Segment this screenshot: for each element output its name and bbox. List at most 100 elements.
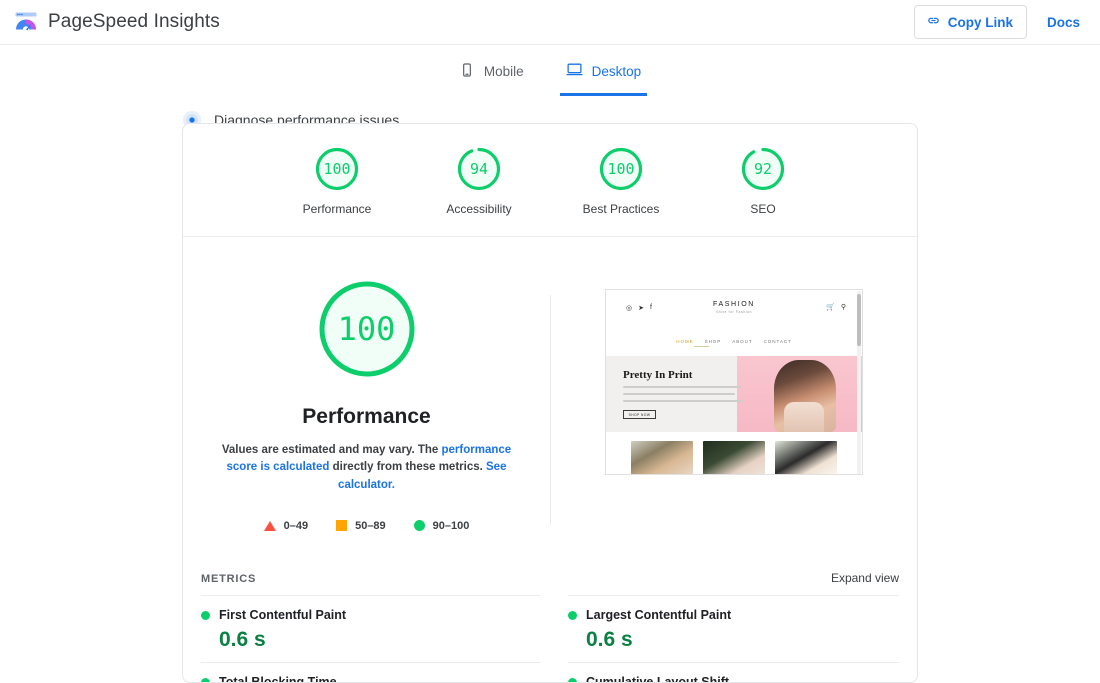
metrics-title: METRICS: [201, 573, 256, 585]
gauge-seo-small: 92: [740, 146, 786, 192]
mobile-icon: [459, 62, 475, 81]
metric-name: First Contentful Paint: [219, 608, 346, 622]
legend-item-average: 50–89: [336, 520, 386, 532]
status-circle-icon: [568, 678, 577, 683]
desktop-icon: [566, 61, 583, 81]
gauge-accessibility-small: 94: [456, 146, 502, 192]
search-icon: ⚲: [841, 303, 846, 311]
category-score-strip: 100 Performance 94 Accessibility 100: [183, 124, 917, 237]
category-score-best-practices[interactable]: 100 Best Practices: [575, 146, 667, 216]
status-circle-icon: [201, 611, 210, 620]
site-hero: Pretty In Print SHOP NOW: [606, 356, 862, 432]
category-score-best-practices-value: 100: [598, 146, 644, 192]
metric-value: 0.6 s: [219, 628, 540, 652]
category-score-performance-value: 100: [314, 146, 360, 192]
site-social-icons: ◎ ➤ f: [626, 304, 652, 312]
category-score-seo[interactable]: 92 SEO: [717, 146, 809, 216]
header-actions: Copy Link Docs: [914, 5, 1086, 39]
facebook-icon: f: [650, 304, 652, 312]
score-legend: 0–49 50–89 90–100: [264, 520, 470, 532]
app-title: PageSpeed Insights: [48, 11, 220, 33]
metric-head: Largest Contentful Paint: [568, 608, 899, 622]
tab-mobile[interactable]: Mobile: [453, 57, 530, 96]
final-screenshot-panel: ◎ ➤ f FASHION Store for Fashion 🛒 ⚲: [551, 277, 917, 567]
twitter-icon: ➤: [638, 304, 644, 312]
site-product-3: [775, 441, 837, 475]
legend-item-good: 90–100: [414, 520, 470, 532]
status-circle-icon: [568, 611, 577, 620]
metrics-header: METRICS Expand view: [183, 571, 917, 585]
site-product-2: [703, 441, 765, 475]
metric-name: Cumulative Layout Shift: [586, 675, 729, 683]
site-product-grid: [606, 441, 862, 475]
final-screenshot[interactable]: ◎ ➤ f FASHION Store for Fashion 🛒 ⚲: [605, 289, 863, 475]
brand: PageSpeed Insights: [14, 10, 220, 34]
site-hero-line-2: [623, 393, 735, 395]
gauge-performance-small: 100: [314, 146, 360, 192]
site-hero-text: Pretty In Print SHOP NOW: [623, 369, 763, 419]
category-score-accessibility-value: 94: [456, 146, 502, 192]
site-preview: ◎ ➤ f FASHION Store for Fashion 🛒 ⚲: [606, 290, 862, 474]
metric-name: Total Blocking Time: [219, 675, 337, 683]
metrics-grid: First Contentful Paint 0.6 s Total Block…: [183, 595, 917, 683]
metric-cumulative-layout-shift[interactable]: Cumulative Layout Shift 0.004: [568, 662, 899, 683]
category-score-best-practices-label: Best Practices: [575, 202, 667, 216]
category-score-accessibility-label: Accessibility: [433, 202, 525, 216]
category-score-performance-label: Performance: [291, 202, 383, 216]
device-tabs: Mobile Desktop: [0, 45, 1100, 96]
legend-average-range: 50–89: [355, 520, 386, 532]
pagespeed-logo-icon: [14, 10, 38, 34]
legend-good-range: 90–100: [433, 520, 470, 532]
site-nav-active-underline: [694, 346, 709, 347]
site-nav-item-shop: SHOP: [705, 339, 722, 344]
performance-description-part1: Values are estimated and may vary. The: [222, 444, 442, 456]
screenshot-scrollbar[interactable]: [857, 291, 861, 475]
performance-hero: 100 Performance Values are estimated and…: [183, 237, 917, 567]
metrics-column-left: First Contentful Paint 0.6 s Total Block…: [201, 595, 550, 683]
triangle-icon: [264, 521, 276, 531]
site-hero-line-1: [623, 386, 741, 388]
metric-total-blocking-time[interactable]: Total Blocking Time 0 ms: [201, 662, 540, 683]
square-icon: [336, 520, 347, 531]
screenshot-scrollbar-thumb[interactable]: [857, 294, 861, 346]
docs-link[interactable]: Docs: [1041, 11, 1086, 34]
category-score-performance[interactable]: 100 Performance: [291, 146, 383, 216]
circle-icon: [414, 520, 425, 531]
metric-first-contentful-paint[interactable]: First Contentful Paint 0.6 s: [201, 595, 540, 662]
performance-summary: 100 Performance Values are estimated and…: [183, 277, 550, 567]
copy-link-label: Copy Link: [948, 15, 1013, 30]
gauge-performance-large-value: 100: [315, 277, 419, 381]
link-icon: [926, 13, 941, 31]
expand-view-button[interactable]: Expand view: [831, 571, 899, 585]
tab-desktop-label: Desktop: [592, 64, 642, 79]
metric-head: Total Blocking Time: [201, 675, 540, 683]
metric-largest-contentful-paint[interactable]: Largest Contentful Paint 0.6 s: [568, 595, 899, 662]
instagram-icon: ◎: [626, 304, 632, 312]
site-nav: HOME SHOP ABOUT CONTACT: [606, 339, 862, 344]
site-nav-item-contact: CONTACT: [764, 339, 792, 344]
app-header: PageSpeed Insights Copy Link Docs: [0, 0, 1100, 45]
report-card: 100 Performance 94 Accessibility 100: [182, 123, 918, 683]
site-nav-item-about: ABOUT: [732, 339, 752, 344]
copy-link-button[interactable]: Copy Link: [914, 5, 1027, 39]
metric-head: Cumulative Layout Shift: [568, 675, 899, 683]
cart-icon: 🛒: [826, 303, 835, 311]
site-nav-item-home: HOME: [676, 339, 693, 344]
site-utility-icons: 🛒 ⚲: [826, 303, 846, 311]
status-circle-icon: [201, 678, 210, 683]
tab-desktop[interactable]: Desktop: [560, 57, 648, 96]
category-score-accessibility[interactable]: 94 Accessibility: [433, 146, 525, 216]
performance-description-part2: directly from these metrics.: [329, 461, 486, 473]
performance-title: Performance: [302, 405, 430, 429]
metric-head: First Contentful Paint: [201, 608, 540, 622]
gauge-best-practices-small: 100: [598, 146, 644, 192]
site-hero-model: [774, 360, 836, 432]
site-hero-title: Pretty In Print: [623, 369, 763, 381]
metric-value: 0.6 s: [586, 628, 899, 652]
metric-name: Largest Contentful Paint: [586, 608, 731, 622]
tab-mobile-label: Mobile: [484, 64, 524, 79]
metrics-column-right: Largest Contentful Paint 0.6 s Cumulativ…: [550, 595, 899, 683]
category-score-seo-value: 92: [740, 146, 786, 192]
site-hero-line-3: [623, 400, 743, 402]
legend-item-poor: 0–49: [264, 520, 308, 532]
